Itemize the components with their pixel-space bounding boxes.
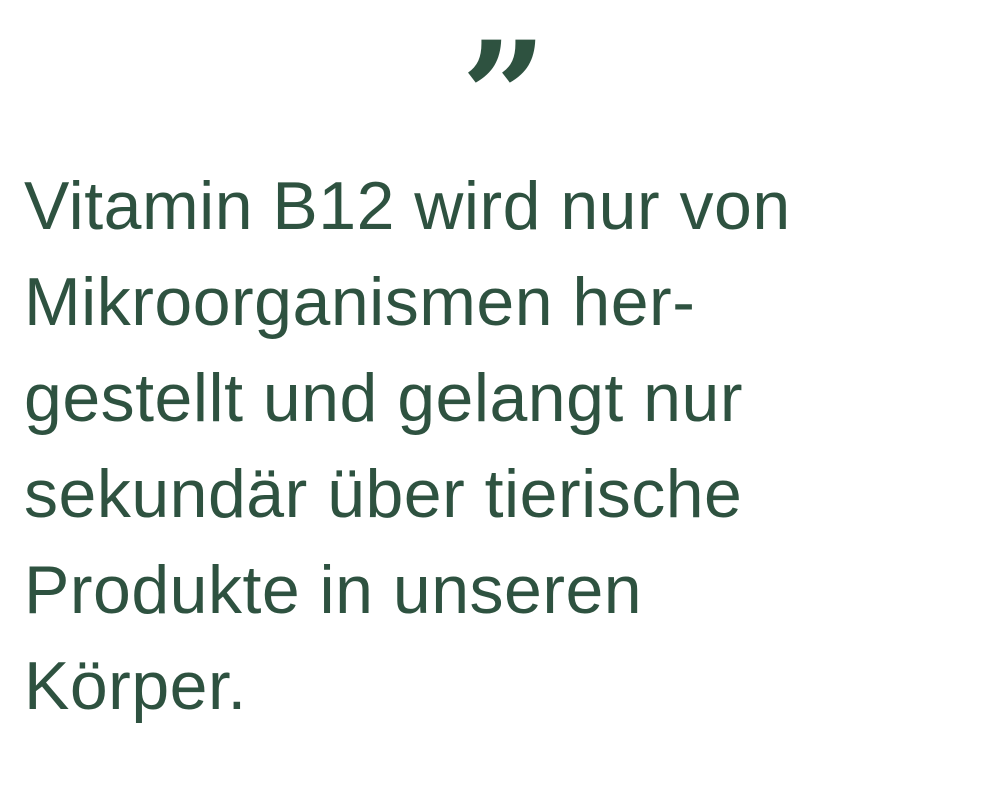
quotation-mark-icon: ” bbox=[460, 9, 547, 185]
quote-line-5: Produkte in unseren bbox=[24, 552, 643, 628]
quote-line-2: Mikroorganismen her- bbox=[24, 264, 696, 340]
quote-text: Vitamin B12 wird nur von Mikroorganismen… bbox=[24, 158, 984, 734]
quote-line-3: gestellt und gelangt nur bbox=[24, 360, 743, 436]
quote-line-1: Vitamin B12 wird nur von bbox=[24, 168, 791, 244]
quote-line-6: Körper. bbox=[24, 648, 247, 724]
quote-line-4: sekundär über tierische bbox=[24, 456, 743, 532]
quote-card: ” Vitamin B12 wird nur von Mikroorganism… bbox=[0, 0, 1000, 793]
